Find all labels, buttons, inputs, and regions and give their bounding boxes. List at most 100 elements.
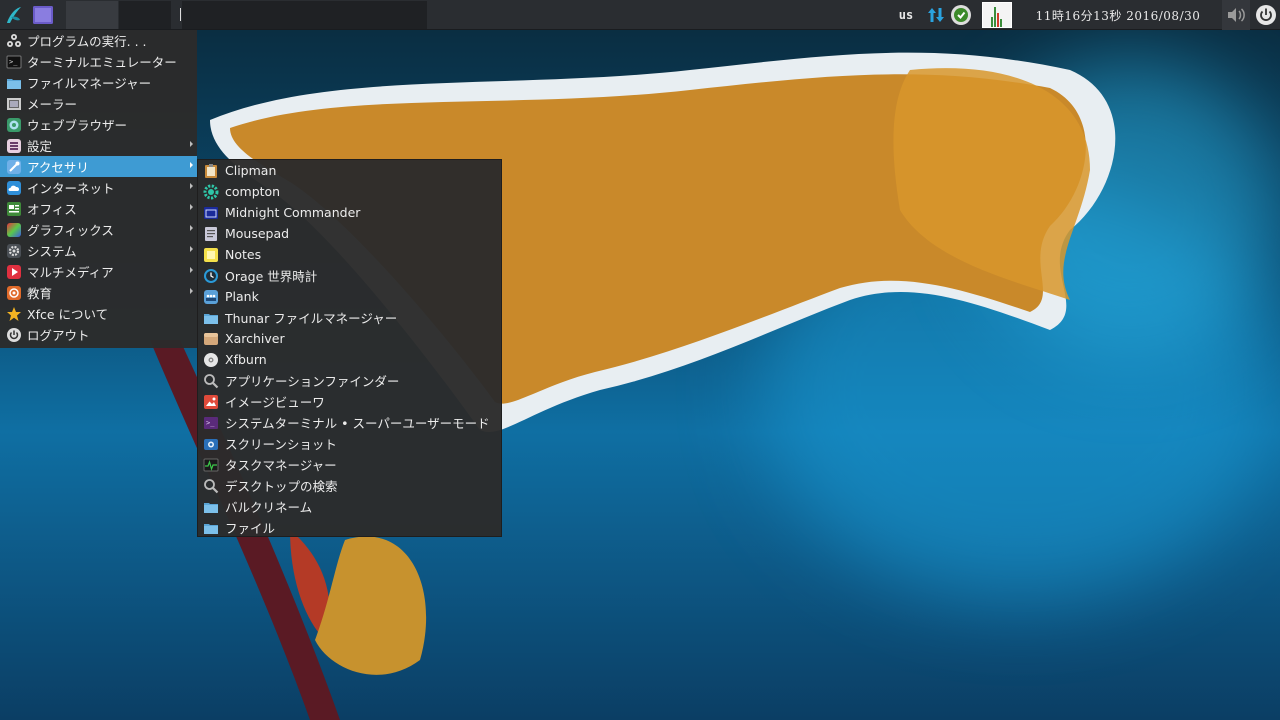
submenu-item-orage-clock[interactable]: Orage 世界時計 <box>198 265 501 286</box>
submenu-item-label: アプリケーションファインダー <box>225 374 400 389</box>
menu-item-label: オフィス <box>27 202 77 217</box>
desktop[interactable]: us 11時16分13秒 2016/08/30 プログラムの実行. . . >_… <box>0 0 1280 720</box>
menu-item-mailer[interactable]: メーラー <box>0 93 197 114</box>
menu-item-office[interactable]: オフィス <box>0 198 197 219</box>
menu-item-about-xfce[interactable]: Xfce について <box>0 303 197 324</box>
speaker-icon <box>1228 8 1245 22</box>
cloud-icon <box>6 180 22 196</box>
submenu-item-label: Xarchiver <box>225 331 285 346</box>
menu-item-internet[interactable]: インターネット <box>0 177 197 198</box>
menu-item-label: 設定 <box>27 139 53 154</box>
midnight-commander-icon <box>203 205 219 221</box>
submenu-item-files[interactable]: ファイル <box>198 517 501 538</box>
menu-item-label: 教育 <box>27 286 53 301</box>
menu-item-education[interactable]: 教育 <box>0 282 197 303</box>
clock[interactable]: 11時16分13秒 2016/08/30 <box>1016 0 1220 30</box>
education-icon <box>6 285 22 301</box>
submenu-arrow-icon <box>190 225 193 231</box>
submenu-item-compton[interactable]: compton <box>198 181 501 202</box>
submenu-item-label: Notes <box>225 247 262 262</box>
submenu-item-label: Orage 世界時計 <box>225 269 318 284</box>
menu-item-label: Xfce について <box>27 307 109 322</box>
submenu-item-label: スクリーンショット <box>225 437 337 452</box>
svg-text:>_: >_ <box>9 58 18 66</box>
taskbar-area[interactable] <box>182 1 427 29</box>
update-gear-icon <box>951 5 971 25</box>
show-desktop-button[interactable] <box>30 0 56 30</box>
svg-text:>_: >_ <box>206 419 215 427</box>
clock-icon <box>203 268 219 284</box>
power-icon <box>6 327 22 343</box>
desktop-icon <box>33 6 53 24</box>
submenu-item-midnight-commander[interactable]: Midnight Commander <box>198 202 501 223</box>
menu-item-terminal[interactable]: >_ ターミナルエミュレーター <box>0 51 197 72</box>
submenu-item-label: Midnight Commander <box>225 205 361 220</box>
system-gear-icon <box>6 243 22 259</box>
menu-item-settings[interactable]: 設定 <box>0 135 197 156</box>
submenu-item-clipman[interactable]: Clipman <box>198 160 501 181</box>
keyboard-layout-indicator[interactable]: us <box>888 0 924 30</box>
menu-item-label: メーラー <box>27 97 78 112</box>
submenu-item-screenshot[interactable]: スクリーンショット <box>198 433 501 454</box>
menu-item-label: マルチメディア <box>27 265 114 280</box>
submenu-item-app-finder[interactable]: アプリケーションファインダー <box>198 370 501 391</box>
workspace-2[interactable] <box>119 1 171 29</box>
search-icon <box>203 478 219 494</box>
network-status-button[interactable] <box>926 0 946 30</box>
menu-item-label: ターミナルエミュレーター <box>27 55 177 70</box>
submenu-item-xarchiver[interactable]: Xarchiver <box>198 328 501 349</box>
submenu-item-root-terminal[interactable]: >_ システムターミナル • スーパーユーザーモード <box>198 412 501 433</box>
menu-item-label: アクセサリ <box>27 160 89 175</box>
submenu-item-image-viewer[interactable]: イメージビューワ <box>198 391 501 412</box>
cpu-graph[interactable] <box>982 2 1012 28</box>
star-icon <box>6 306 22 322</box>
menu-item-system[interactable]: システム <box>0 240 197 261</box>
text-editor-icon <box>203 226 219 242</box>
accessories-icon <box>6 159 22 175</box>
menu-item-label: ウェブブラウザー <box>27 118 128 133</box>
root-terminal-icon: >_ <box>203 415 219 431</box>
session-power-button[interactable] <box>1252 0 1280 30</box>
submenu-item-plank[interactable]: Plank <box>198 286 501 307</box>
search-icon <box>203 373 219 389</box>
submenu-item-xfburn[interactable]: Xfburn <box>198 349 501 370</box>
folder-icon <box>203 310 219 326</box>
submenu-item-desktop-search[interactable]: デスクトップの検索 <box>198 475 501 496</box>
submenu-item-label: Clipman <box>225 163 277 178</box>
menu-item-logout[interactable]: ログアウト <box>0 324 197 345</box>
panel-separator <box>180 8 181 21</box>
submenu-arrow-icon <box>190 204 193 210</box>
notes-icon <box>203 247 219 263</box>
submenu-item-mousepad[interactable]: Mousepad <box>198 223 501 244</box>
volume-button[interactable] <box>1222 0 1250 30</box>
submenu-item-bulk-rename[interactable]: バルクリネーム <box>198 496 501 517</box>
submenu-item-label: タスクマネージャー <box>225 458 337 473</box>
menu-item-file-manager[interactable]: ファイルマネージャー <box>0 72 197 93</box>
menu-item-label: プログラムの実行. . . <box>27 34 147 49</box>
menu-item-run-program[interactable]: プログラムの実行. . . <box>0 30 197 51</box>
submenu-item-label: Thunar ファイルマネージャー <box>225 311 398 326</box>
settings-icon <box>6 138 22 154</box>
submenu-item-notes[interactable]: Notes <box>198 244 501 265</box>
submenu-item-label: Plank <box>225 289 259 304</box>
updates-button[interactable] <box>948 0 974 30</box>
submenu-item-thunar[interactable]: Thunar ファイルマネージャー <box>198 307 501 328</box>
submenu-arrow-icon <box>190 288 193 294</box>
folder-icon <box>6 75 22 91</box>
office-icon <box>6 201 22 217</box>
menu-item-multimedia[interactable]: マルチメディア <box>0 261 197 282</box>
menu-item-web-browser[interactable]: ウェブブラウザー <box>0 114 197 135</box>
workspace-1[interactable] <box>66 1 118 29</box>
submenu-item-task-manager[interactable]: タスクマネージャー <box>198 454 501 475</box>
submenu-item-label: Mousepad <box>225 226 290 241</box>
menu-item-accessories[interactable]: アクセサリ <box>0 156 197 177</box>
image-viewer-icon <box>203 394 219 410</box>
menu-item-label: ログアウト <box>27 328 90 343</box>
power-icon <box>1256 5 1276 25</box>
menu-item-graphics[interactable]: グラフィックス <box>0 219 197 240</box>
multimedia-icon <box>6 264 22 280</box>
menu-item-label: インターネット <box>27 181 115 196</box>
submenu-item-label: イメージビューワ <box>225 395 325 410</box>
submenu-item-label: ファイル <box>225 521 276 536</box>
whisker-menu-button[interactable] <box>0 0 28 30</box>
